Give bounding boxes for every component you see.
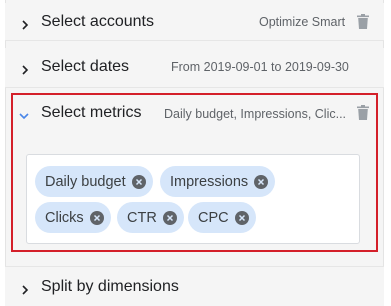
- section-summary: Daily budget, Impressions, Clic...: [164, 107, 346, 121]
- section-select-dates[interactable]: Select dates From 2019-09-01 to 2019-09-…: [5, 48, 384, 88]
- chip-label: Impressions: [170, 173, 249, 190]
- section-title: Select accounts: [41, 13, 154, 30]
- chip-label: Clicks: [45, 209, 84, 226]
- section-title: Split by dimensions: [41, 278, 179, 295]
- section-summary: Optimize Smart: [259, 15, 346, 29]
- metric-chip[interactable]: Clicks: [35, 202, 111, 233]
- remove-chip-icon[interactable]: [131, 174, 146, 189]
- delete-icon[interactable]: [357, 105, 369, 120]
- chevron-right-icon: [20, 62, 30, 75]
- delete-icon[interactable]: [357, 14, 369, 29]
- section-summary: From 2019-09-01 to 2019-09-30: [171, 60, 349, 74]
- section-select-metrics[interactable]: Select metrics Daily budget, Impressions…: [13, 96, 376, 132]
- chip-label: Daily budget: [45, 173, 126, 190]
- metric-chip[interactable]: Impressions: [160, 166, 276, 197]
- chip-label: CTR: [127, 209, 157, 226]
- chevron-right-icon: [20, 282, 30, 295]
- remove-chip-icon[interactable]: [89, 210, 104, 225]
- remove-chip-icon[interactable]: [162, 210, 177, 225]
- chevron-right-icon: [20, 17, 30, 30]
- metric-chip[interactable]: Daily budget: [35, 166, 153, 197]
- metric-chip[interactable]: CPC: [188, 202, 256, 233]
- chevron-down-icon: [19, 108, 29, 120]
- section-select-accounts[interactable]: Select accounts Optimize Smart: [5, 3, 384, 41]
- section-split-by-dimensions[interactable]: Split by dimensions: [5, 266, 384, 306]
- metric-chip[interactable]: CTR: [117, 202, 184, 233]
- remove-chip-icon[interactable]: [234, 210, 249, 225]
- chip-label: CPC: [198, 209, 229, 226]
- section-title: Select dates: [41, 58, 130, 75]
- section-title: Select metrics: [41, 104, 142, 121]
- remove-chip-icon[interactable]: [254, 174, 269, 189]
